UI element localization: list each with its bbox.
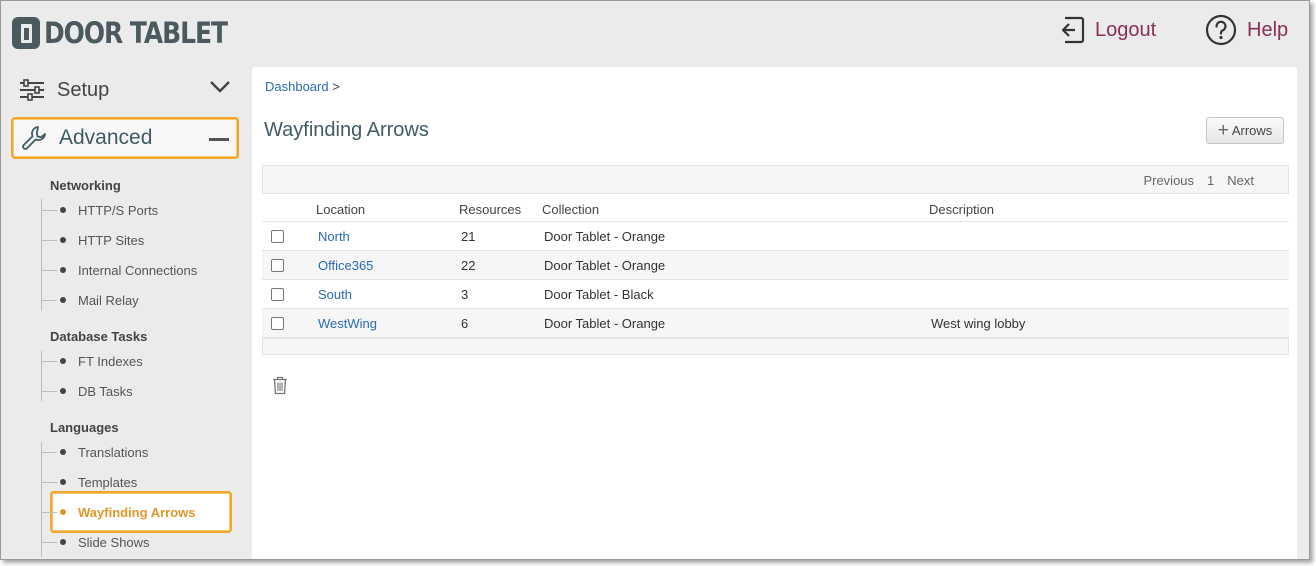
sidebar-item-ft-indexes[interactable]: FT Indexes (41, 351, 143, 371)
advanced-label: Advanced (59, 126, 153, 149)
row-checkbox[interactable] (271, 230, 284, 243)
sidebar-item-label: DB Tasks (78, 383, 133, 399)
sliders-icon (20, 79, 44, 101)
pager-page-1[interactable]: 1 (1207, 173, 1214, 188)
logout-icon (1061, 16, 1085, 44)
collection-cell: Door Tablet - Orange (544, 316, 666, 331)
sidebar-item-internal-connections[interactable]: Internal Connections (41, 260, 197, 280)
chevron-down-icon (210, 81, 230, 93)
pager-previous[interactable]: Previous (1143, 173, 1194, 188)
bullet-icon (60, 509, 66, 515)
add-arrows-button[interactable]: + Arrows (1206, 117, 1284, 144)
door-tablet-logo-icon (12, 17, 40, 49)
sidebar-item-label: HTTP/S Ports (78, 202, 159, 218)
help-label: Help (1247, 18, 1289, 41)
column-header-location[interactable]: Location (316, 202, 365, 217)
collection-cell: Door Tablet - Orange (544, 229, 666, 244)
trash-icon[interactable] (272, 376, 288, 395)
bullet-icon (60, 237, 66, 243)
pager-bar: Previous 1 Next (262, 165, 1289, 194)
sidebar-item-https-ports[interactable]: HTTP/S Ports (41, 200, 158, 220)
location-link[interactable]: Office365 (318, 258, 373, 273)
collection-cell: Door Tablet - Orange (544, 258, 666, 273)
bullet-icon (60, 449, 66, 455)
sidebar-item-label: FT Indexes (78, 353, 143, 369)
logo: DOOR TABLET (12, 16, 257, 50)
sidebar-item-mail-relay[interactable]: Mail Relay (41, 290, 139, 310)
resources-cell: 6 (461, 316, 469, 331)
sidebar-item-label: Mail Relay (78, 292, 139, 308)
bullet-icon (60, 479, 66, 485)
sidebar-item-label: Translations (78, 444, 149, 460)
sidebar-item-http-sites[interactable]: HTTP Sites (41, 230, 144, 250)
add-arrows-label: Arrows (1231, 123, 1273, 138)
setup-label: Setup (57, 78, 110, 101)
table-footer (262, 338, 1289, 355)
sidebar-item-label: Internal Connections (78, 262, 198, 278)
logo-text: DOOR TABLET (44, 16, 228, 50)
bullet-icon (60, 358, 66, 364)
bullet-icon (60, 297, 66, 303)
description-cell: West wing lobby (931, 316, 1026, 331)
bullet-icon (60, 207, 66, 213)
sidebar-section-setup[interactable]: Setup (19, 75, 233, 105)
sidebar-section-advanced[interactable]: Advanced (11, 117, 239, 159)
sidebar-item-db-tasks[interactable]: DB Tasks (41, 381, 133, 401)
main-panel: Dashboard > Wayfinding Arrows + Arrows P… (252, 67, 1297, 559)
sidebar-item-templates[interactable]: Templates (41, 472, 137, 492)
column-header-resources[interactable]: Resources (459, 202, 521, 217)
plus-icon: + (1217, 120, 1229, 141)
pager: Previous 1 Next (1143, 173, 1254, 188)
bullet-icon (60, 267, 66, 273)
group-heading-database-tasks: Database Tasks (50, 329, 148, 344)
group-heading-languages: Languages (50, 420, 119, 435)
column-header-collection[interactable]: Collection (542, 202, 599, 217)
sidebar-item-label: Slide Shows (78, 534, 150, 550)
pager-next[interactable]: Next (1227, 173, 1254, 188)
table-row: North 21 Door Tablet - Orange (262, 222, 1289, 251)
resources-cell: 3 (461, 287, 469, 302)
wrench-icon (22, 126, 46, 150)
app-window: DOOR TABLET Logout Help Setup Advanced N… (0, 0, 1310, 560)
table-row: WestWing 6 Door Tablet - Orange West win… (262, 309, 1289, 338)
resources-cell: 22 (461, 258, 476, 273)
sidebar-item-wayfinding-arrows[interactable]: Wayfinding Arrows (41, 502, 195, 522)
sidebar-item-translations[interactable]: Translations (41, 442, 148, 462)
page-title: Wayfinding Arrows (264, 119, 429, 141)
resources-cell: 21 (461, 229, 476, 244)
logout-label: Logout (1095, 18, 1157, 41)
collapse-icon (209, 138, 229, 141)
sidebar-item-label: HTTP Sites (78, 232, 145, 248)
sidebar-item-slide-shows[interactable]: Slide Shows (41, 532, 150, 552)
breadcrumb: Dashboard > (265, 79, 340, 94)
sidebar-item-label: Templates (78, 474, 138, 490)
breadcrumb-separator: > (332, 79, 340, 94)
question-circle-icon (1205, 14, 1237, 46)
column-header-description[interactable]: Description (929, 202, 994, 217)
breadcrumb-dashboard-link[interactable]: Dashboard (265, 79, 329, 94)
table-header: Location Resources Collection Descriptio… (262, 195, 1289, 222)
collection-cell: Door Tablet - Black (544, 287, 654, 302)
table-row: Office365 22 Door Tablet - Orange (262, 251, 1289, 280)
sidebar-item-label: Wayfinding Arrows (78, 504, 196, 520)
row-checkbox[interactable] (271, 259, 284, 272)
row-checkbox[interactable] (271, 317, 284, 330)
row-checkbox[interactable] (271, 288, 284, 301)
location-link[interactable]: WestWing (318, 316, 377, 331)
bullet-icon (60, 388, 66, 394)
bullet-icon (60, 539, 66, 545)
logout-link[interactable]: Logout (1061, 13, 1156, 47)
table-row: South 3 Door Tablet - Black (262, 280, 1289, 309)
group-heading-networking: Networking (50, 178, 121, 193)
location-link[interactable]: South (318, 287, 352, 302)
help-link[interactable]: Help (1205, 13, 1288, 47)
location-link[interactable]: North (318, 229, 350, 244)
